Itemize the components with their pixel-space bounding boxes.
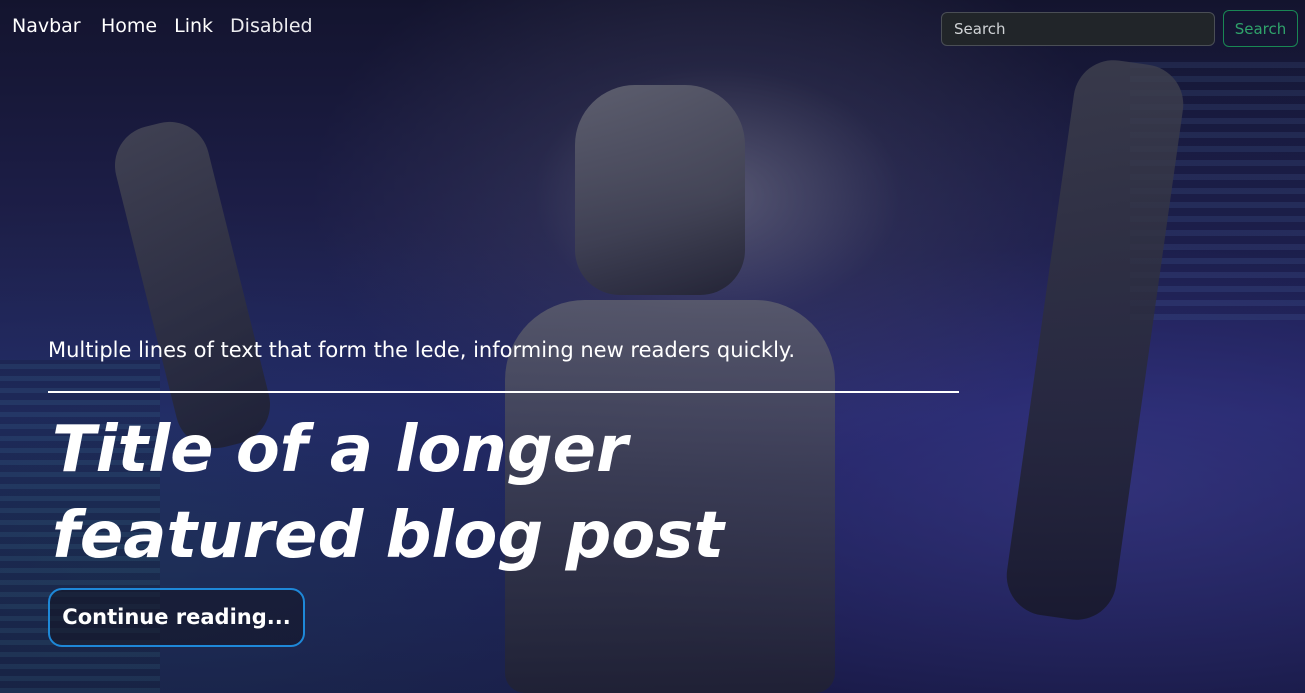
divider bbox=[48, 391, 959, 393]
search-input[interactable] bbox=[941, 11, 1215, 46]
search-button[interactable]: Search bbox=[1223, 10, 1298, 47]
nav-link-link[interactable]: Link bbox=[174, 15, 213, 37]
continue-reading-button[interactable]: Continue reading... bbox=[48, 588, 305, 647]
featured-post: Multiple lines of text that form the led… bbox=[48, 334, 959, 579]
search-form: Search bbox=[941, 10, 1298, 47]
nav-link-disabled: Disabled bbox=[230, 15, 313, 37]
nav-link-home[interactable]: Home bbox=[101, 15, 157, 37]
lede-text: Multiple lines of text that form the led… bbox=[48, 338, 796, 362]
hero-section: Navbar Home Link Disabled Search Multipl… bbox=[0, 0, 1305, 693]
nav-links: Home Link Disabled bbox=[101, 15, 330, 37]
navbar-brand[interactable]: Navbar bbox=[12, 15, 81, 37]
featured-title: Title of a longer featured blog post bbox=[52, 413, 724, 573]
navbar: Navbar Home Link Disabled Search bbox=[0, 0, 1305, 57]
